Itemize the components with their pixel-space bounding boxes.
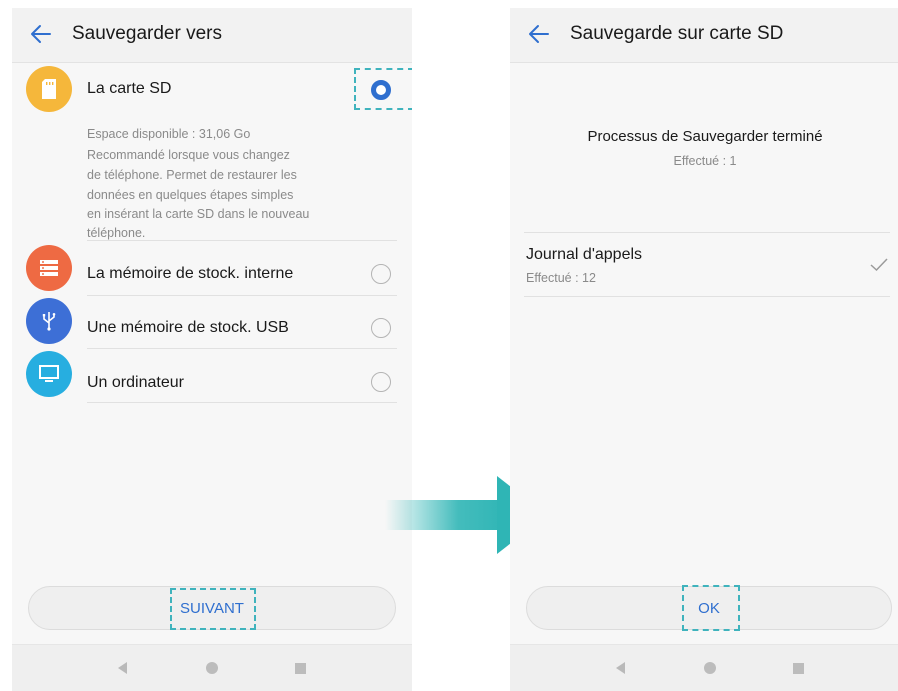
item-detail: Effectué : 12 (526, 271, 596, 285)
sd-description-line: de téléphone. Permet de restaurer les (87, 168, 297, 182)
right-header: Sauvegarde sur carte SD (510, 8, 898, 63)
radio-internal-storage[interactable] (371, 264, 391, 284)
left-header: Sauvegarder vers (12, 8, 412, 63)
sd-space-available: Espace disponible : 31,06 Go (87, 127, 251, 141)
radio-computer[interactable] (371, 372, 391, 392)
divider (524, 296, 890, 297)
option-label: La mémoire de stock. interne (87, 265, 294, 282)
right-phone-screen: Sauvegarde sur carte SD Processus de Sau… (510, 8, 898, 691)
nav-recent-icon[interactable] (793, 663, 804, 674)
usb-icon (26, 298, 72, 344)
sd-card-icon (26, 66, 72, 112)
option-usb-storage[interactable]: Une mémoire de stock. USB (12, 296, 412, 348)
sd-description-line: en insérant la carte SD dans le nouveau (87, 207, 310, 221)
back-arrow-icon[interactable] (526, 21, 552, 47)
option-label: Une mémoire de stock. USB (87, 319, 289, 336)
item-name: Journal d'appels (526, 246, 643, 263)
divider (87, 240, 397, 241)
sd-description-line: données en quelques étapes simples (87, 188, 294, 202)
divider (87, 402, 397, 403)
nav-bar (12, 644, 412, 691)
radio-highlight-box (354, 68, 412, 110)
divider (524, 232, 890, 233)
nav-home-icon[interactable] (206, 662, 218, 674)
left-phone-screen: Sauvegarder vers La carte SD Espace disp… (12, 8, 412, 691)
sd-description-line: Recommandé lorsque vous changez (87, 148, 290, 162)
status-title: Processus de Sauvegarder terminé (587, 128, 823, 145)
storage-icon (26, 245, 72, 291)
back-arrow-icon[interactable] (28, 21, 54, 47)
checkmark-icon (870, 258, 888, 272)
page-title: Sauvegarde sur carte SD (570, 23, 784, 44)
nav-back-icon[interactable] (118, 662, 127, 674)
option-internal-storage[interactable]: La mémoire de stock. interne (12, 242, 412, 294)
option-label: La carte SD (87, 80, 172, 97)
ok-button-highlight-box (682, 585, 740, 631)
option-label: Un ordinateur (87, 374, 184, 391)
backup-item-call-log: Journal d'appels Effectué : 12 (510, 234, 898, 296)
nav-home-icon[interactable] (704, 662, 716, 674)
sd-description-line: téléphone. (87, 226, 146, 240)
nav-back-icon[interactable] (616, 662, 625, 674)
nav-recent-icon[interactable] (295, 663, 306, 674)
option-computer[interactable]: Un ordinateur (12, 349, 412, 401)
nav-bar (510, 644, 898, 691)
page-title: Sauvegarder vers (72, 23, 222, 44)
status-subtitle: Effectué : 1 (673, 154, 737, 168)
option-sd-card[interactable]: La carte SD Espace disponible : 31,06 Go… (12, 64, 412, 244)
radio-usb-storage[interactable] (371, 318, 391, 338)
monitor-icon (26, 351, 72, 397)
next-button-highlight-box (170, 588, 256, 630)
